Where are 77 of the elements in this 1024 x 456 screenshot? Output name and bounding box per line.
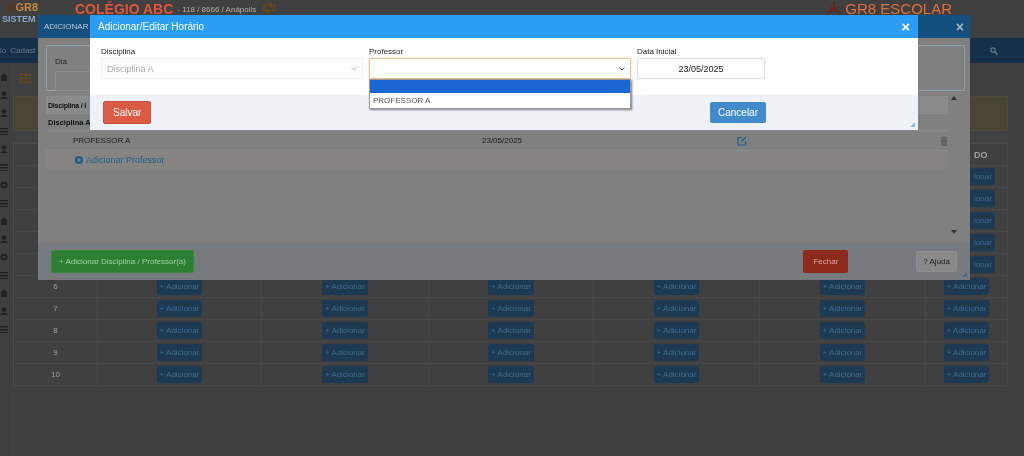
add-button[interactable]: + Adicionar [943,278,990,295]
search-icon[interactable] [990,46,998,55]
close-button[interactable]: × [901,18,910,35]
nav-item[interactable]: io [0,46,7,55]
add-button[interactable]: + Adicionar [156,366,203,383]
chevron-icon [619,66,625,71]
gear-icon[interactable] [0,181,8,189]
home-icon[interactable] [0,73,8,81]
logo-text: GR8 [15,1,38,13]
field-label: Disciplina [101,47,137,56]
school-name: COLÉGIO ABC [75,0,174,17]
select-field[interactable] [369,58,631,79]
field-label: Dia [55,57,67,66]
swap-icon[interactable] [262,3,277,13]
start-date: 23/05/2025 [482,136,524,145]
list-icon[interactable] [0,271,8,279]
home-icon[interactable] [0,217,8,225]
row-number: 8 [53,326,58,335]
nav-item[interactable]: Cadast [10,46,36,55]
user-icon[interactable] [0,307,8,315]
add-button[interactable]: + Adicionar [943,300,990,317]
gear-icon[interactable] [0,253,8,261]
row-number: 6 [53,282,58,291]
add-button[interactable]: + Adicionar [156,322,203,339]
list-icon[interactable] [0,199,8,207]
dropdown-option[interactable] [370,80,630,93]
add-subject-button[interactable]: + Adicionar Disciplina / Professor(a) [51,250,194,273]
logo-subtitle: SISTEM [1,13,37,24]
add-button[interactable]: + Adicionar [819,322,866,339]
add-button[interactable]: + Adicionar [943,366,990,383]
chevron-icon [6,2,14,12]
scroll-up-icon[interactable] [951,96,957,100]
add-button[interactable]: + Adicionar [819,344,866,361]
add-button[interactable]: + Adicionar [943,344,990,361]
add-teacher-link[interactable]: Adicionar Professor [75,155,165,165]
home-icon[interactable] [0,289,8,297]
list-icon[interactable] [0,163,8,171]
cancel-button[interactable]: Cancelar [709,102,766,123]
plus-circle-icon [75,156,83,164]
row-number: 10 [51,370,60,379]
dropdown-option[interactable]: PROFESSOR A [370,93,630,108]
resize-grip-icon[interactable] [910,122,915,127]
close-icon[interactable]: × [955,18,964,35]
add-button[interactable]: + Adicionar [819,300,866,317]
list-icon[interactable] [0,127,8,135]
brand-name: GR8 ESCOLAR [845,0,952,17]
chevron-icon [351,66,357,71]
grid-icon[interactable] [20,74,31,83]
add-button[interactable]: + Adicionar [156,344,203,361]
dialog-title: ADICIONAR [44,22,89,31]
field-label: Professor [369,47,405,56]
close-button[interactable]: Fechar [803,250,849,273]
row-number: 7 [53,304,58,313]
list-icon[interactable] [0,325,8,333]
add-button[interactable]: + Adicionar [156,300,203,317]
add-button[interactable]: + Adicionar [653,366,700,383]
save-button[interactable]: Salvar [103,101,152,124]
teacher-name: PROFESSOR A [73,136,132,145]
logo-icon [827,2,842,15]
user-icon[interactable] [0,235,8,243]
date-field[interactable]: 23/05/2025 [637,58,765,79]
trash-icon[interactable] [940,135,948,146]
add-button[interactable]: + Adicionar [653,344,700,361]
add-button[interactable]: + Adicionar [653,300,700,317]
add-button[interactable]: + Adicionar [943,322,990,339]
school-info: - 118 / 8666 / Anápolis [177,4,257,14]
add-button[interactable]: + Adicionar [819,366,866,383]
user-icon[interactable] [0,109,8,117]
field-label: Data Inicial [637,47,678,56]
row-number: 9 [53,348,58,357]
help-button[interactable]: ? Ajuda [916,251,957,272]
dialog-title: Adicionar/Editar Horário [98,21,205,32]
user-icon[interactable] [0,145,8,153]
add-button[interactable]: + Adicionar [653,322,700,339]
user-icon[interactable] [0,91,8,99]
edit-icon[interactable] [737,135,747,146]
column-heading: DO [974,149,988,160]
